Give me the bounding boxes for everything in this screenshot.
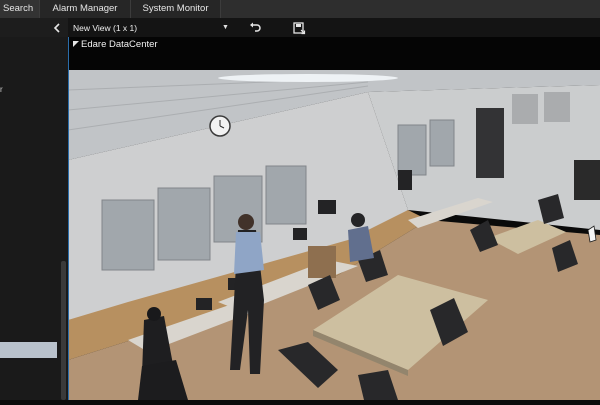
save-view-icon[interactable] <box>292 21 306 35</box>
tab-bar-fill <box>221 0 600 18</box>
caret-down-icon: ▼ <box>222 24 229 31</box>
chevron-left-icon[interactable] <box>50 21 64 35</box>
camera-title-bar: Edare DataCenter <box>68 37 600 70</box>
camera-name: Edare DataCenter <box>81 39 158 50</box>
tab-search[interactable]: Search <box>0 0 40 18</box>
tab-system-monitor[interactable]: System Monitor <box>131 0 221 18</box>
view-name: New View (1 x 1) <box>73 23 138 33</box>
camera-triangle-icon <box>73 41 79 47</box>
sidebar: r <box>0 18 68 400</box>
camera-frame <box>67 70 600 400</box>
sidebar-scrollbar[interactable] <box>61 261 66 400</box>
tab-alarm-manager[interactable]: Alarm Manager <box>40 0 131 18</box>
sidebar-header <box>0 18 68 37</box>
top-tab-bar: Search Alarm Manager System Monitor <box>0 0 600 19</box>
sidebar-selected-item[interactable] <box>0 342 57 358</box>
view-toolbar: New View (1 x 1) ▼ <box>68 18 600 37</box>
undo-arrow-icon[interactable] <box>248 21 262 35</box>
camera-tile[interactable]: Edare DataCenter <box>67 37 600 400</box>
camera-video-feed[interactable] <box>67 70 600 400</box>
sidebar-edge-text: r <box>0 85 3 94</box>
view-selector[interactable]: New View (1 x 1) ▼ <box>71 21 233 35</box>
